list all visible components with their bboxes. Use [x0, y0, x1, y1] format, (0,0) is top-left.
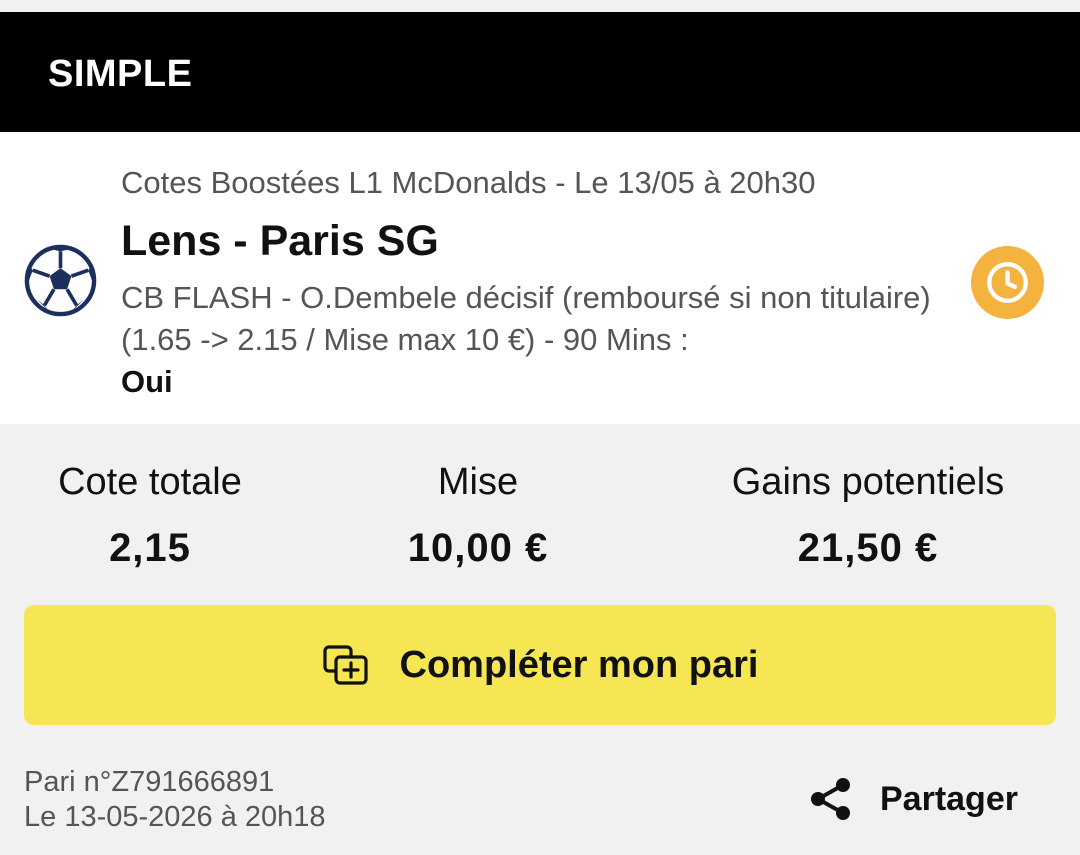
bet-date: Le 13-05-2026 à 20h18	[24, 801, 326, 833]
potential-winnings: Gains potentiels 21,50 €	[698, 458, 1038, 572]
stake-label: Mise	[437, 461, 519, 503]
share-label: Partager	[880, 779, 1018, 818]
bet-summary: Cote totale 2,15 Mise 10,00 € Gains pote…	[0, 424, 1080, 604]
share-icon	[811, 778, 850, 820]
total-odds: Cote totale 2,15	[30, 458, 270, 572]
top-strip	[0, 0, 1080, 12]
total-odds-value: 2,15	[109, 526, 191, 570]
stake-value: 10,00 €	[407, 526, 549, 570]
bet-reference: Pari n°Z791666891	[24, 766, 275, 798]
potential-winnings-value: 21,50 €	[797, 526, 939, 570]
competition-label: Cotes Boostées L1 McDonalds - Le 13/05 à…	[121, 165, 816, 200]
add-copy-icon	[322, 645, 368, 685]
complete-bet-label: Compléter mon pari	[399, 643, 759, 686]
football-icon	[24, 244, 97, 317]
selection-description: CB FLASH - O.Dembele décisif (remboursé …	[121, 280, 931, 357]
bet-selection-card: Cotes Boostées L1 McDonalds - Le 13/05 à…	[0, 132, 1080, 424]
potential-winnings-label: Gains potentiels	[731, 461, 1005, 503]
bet-type-header: SIMPLE	[0, 12, 1080, 132]
selection-outcome: Oui	[121, 364, 173, 399]
clock-icon	[971, 246, 1044, 319]
complete-bet-button[interactable]: Compléter mon pari	[24, 605, 1056, 725]
total-odds-label: Cote totale	[58, 461, 242, 503]
stake: Mise 10,00 €	[358, 458, 598, 572]
share-button[interactable]: Partager	[808, 772, 1018, 826]
bet-type-title: SIMPLE	[48, 53, 193, 95]
match-title: Lens - Paris SG	[121, 217, 439, 265]
